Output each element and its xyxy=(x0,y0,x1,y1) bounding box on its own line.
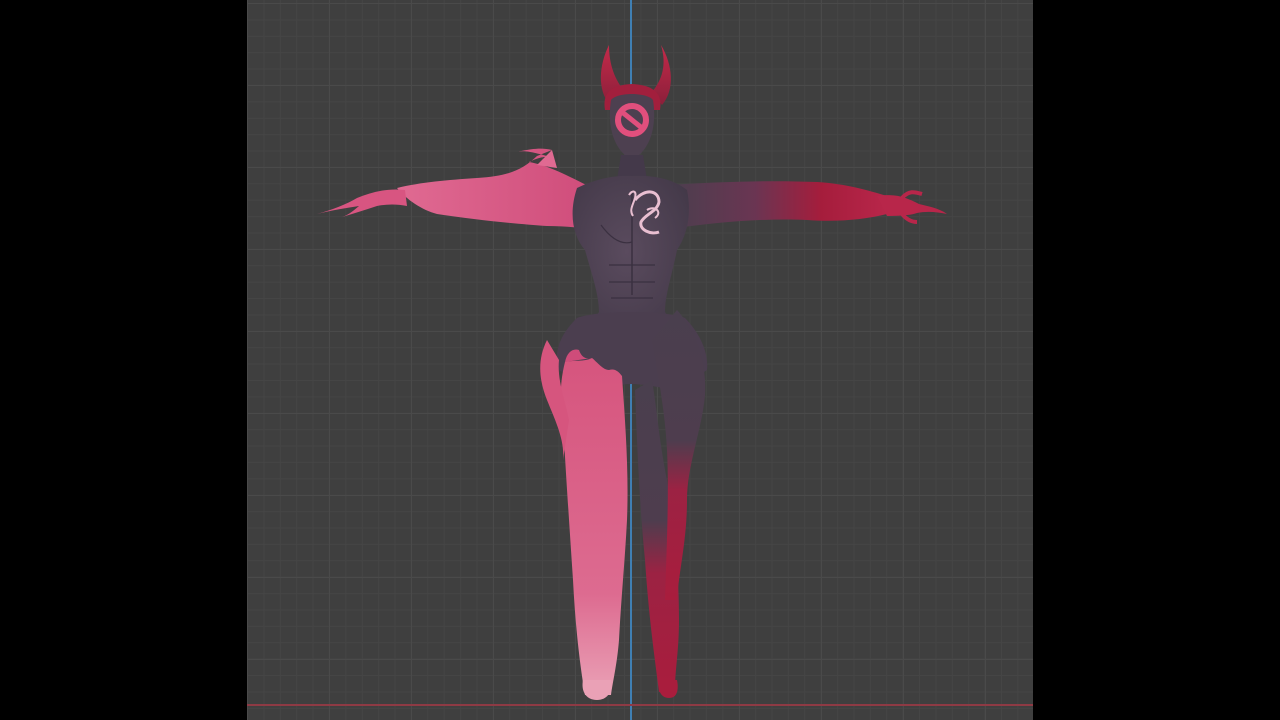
3d-viewport[interactable] xyxy=(247,0,1033,720)
head xyxy=(609,94,655,160)
letterbox-right xyxy=(1033,0,1280,720)
character-model[interactable] xyxy=(247,0,1033,720)
left-arm xyxy=(317,148,597,230)
left-leg xyxy=(540,340,628,695)
right-arm xyxy=(667,181,947,228)
letterbox-left xyxy=(0,0,247,720)
left-foot xyxy=(582,680,612,700)
right-foot xyxy=(658,680,678,698)
